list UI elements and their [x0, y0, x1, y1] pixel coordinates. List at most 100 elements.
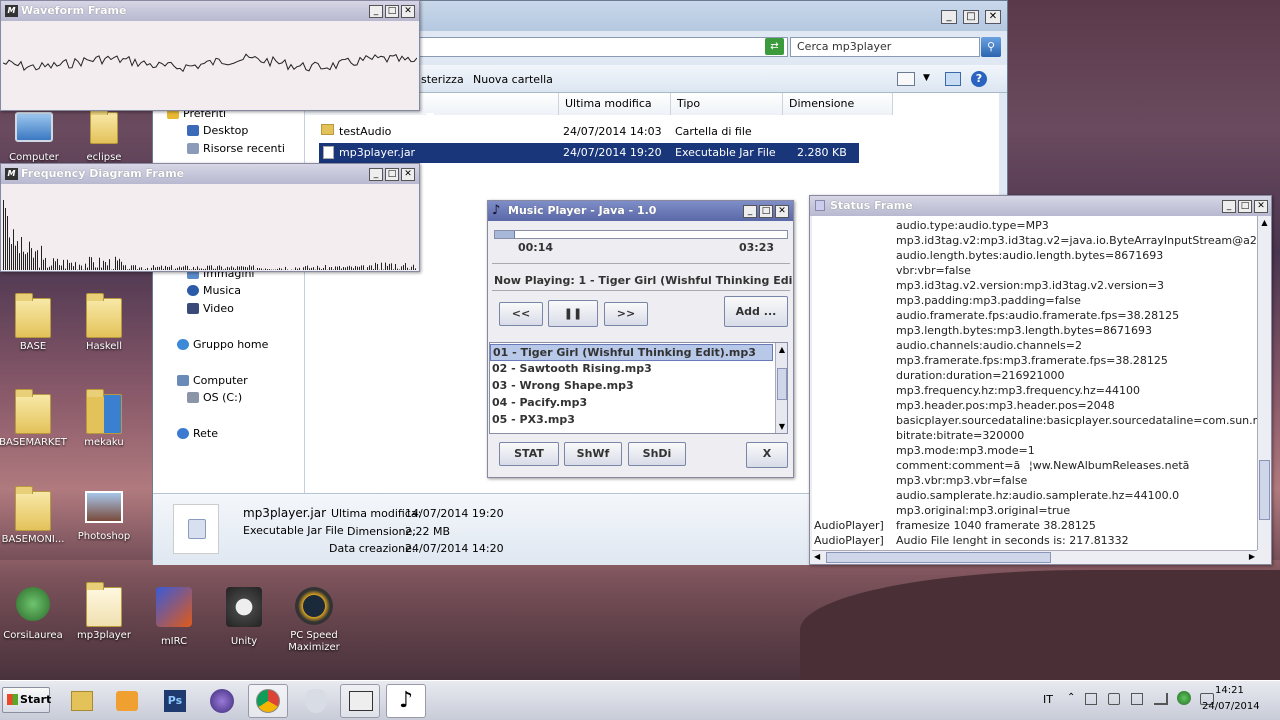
- refresh-icon[interactable]: ⇄: [765, 38, 784, 55]
- taskbar-chrome-button[interactable]: [248, 684, 288, 718]
- desktop-icon-mirc[interactable]: mIRC: [138, 587, 210, 648]
- minimize-button[interactable]: _: [1222, 200, 1236, 213]
- previous-button[interactable]: <<: [499, 302, 543, 326]
- playlist-item[interactable]: 02 - Sawtooth Rising.mp3: [490, 361, 773, 378]
- desktop-icon-photoshop[interactable]: Photoshop: [68, 491, 140, 543]
- close-player-button[interactable]: X: [746, 442, 788, 468]
- nav-item-rete[interactable]: Rete: [177, 427, 218, 440]
- new-folder-button[interactable]: Nuova cartella: [473, 73, 553, 86]
- address-bar[interactable]: ▼: [418, 37, 788, 57]
- scroll-up-icon[interactable]: ▲: [776, 343, 787, 356]
- column-header-modified[interactable]: Ultima modifica: [559, 93, 671, 115]
- status-horizontal-scrollbar[interactable]: ◀ ▶: [812, 550, 1257, 564]
- playlist[interactable]: 01 - Tiger Girl (Wishful Thinking Edit).…: [489, 342, 788, 434]
- taskbar-media-button[interactable]: [107, 684, 147, 718]
- show-waveform-button[interactable]: ShWf: [564, 442, 622, 466]
- taskbar-explorer-button[interactable]: [62, 684, 102, 718]
- minimize-button[interactable]: _: [369, 5, 383, 18]
- scroll-right-icon[interactable]: ▶: [1249, 552, 1255, 561]
- view-options-icon[interactable]: [897, 72, 915, 86]
- desktop-icon-computer[interactable]: Computer: [0, 112, 70, 164]
- close-button[interactable]: ✕: [1254, 200, 1268, 213]
- scroll-thumb[interactable]: [777, 368, 787, 400]
- scroll-down-icon[interactable]: ▼: [776, 420, 787, 433]
- language-indicator[interactable]: IT: [1043, 693, 1053, 706]
- homegroup-icon: [177, 339, 189, 350]
- show-diagram-button[interactable]: ShDi: [628, 442, 686, 466]
- nav-item-musica[interactable]: Musica: [187, 284, 241, 297]
- close-button[interactable]: ✕: [775, 205, 789, 218]
- start-button[interactable]: Start: [2, 687, 51, 713]
- scroll-up-icon[interactable]: ▲: [1258, 216, 1271, 230]
- column-header-size[interactable]: Dimensione: [783, 93, 893, 115]
- playlist-item[interactable]: 04 - Pacify.mp3: [490, 395, 773, 412]
- desktop-icon-basemoni[interactable]: BASEMONI...: [0, 486, 69, 546]
- maximize-button[interactable]: □: [385, 5, 399, 18]
- taskbar-java-button[interactable]: [340, 684, 380, 718]
- nav-item-os[interactable]: OS (C:): [187, 391, 242, 404]
- desktop-icon-eclipse[interactable]: eclipse: [68, 107, 140, 164]
- chevron-down-icon[interactable]: ▼: [923, 73, 930, 83]
- desktop-icon-corsilaurea[interactable]: CorsiLaurea: [0, 587, 69, 642]
- nav-item-video[interactable]: Video: [187, 302, 234, 315]
- maximize-button[interactable]: □: [963, 10, 979, 24]
- scroll-thumb[interactable]: [826, 552, 1051, 563]
- close-button[interactable]: ✕: [985, 10, 1001, 24]
- playlist-item-selected[interactable]: 01 - Tiger Girl (Wishful Thinking Edit).…: [490, 344, 773, 361]
- status-vertical-scrollbar[interactable]: ▲: [1257, 216, 1271, 550]
- maximize-button[interactable]: □: [385, 168, 399, 181]
- desktop-icon-pcspeed[interactable]: PC Speed Maximizer: [278, 587, 350, 654]
- maximize-button[interactable]: □: [759, 205, 773, 218]
- file-row[interactable]: testAudio 24/07/2014 14:03 Cartella di f…: [319, 122, 859, 142]
- preview-pane-icon[interactable]: [945, 72, 961, 86]
- monitor-icon[interactable]: [1131, 693, 1143, 705]
- desktop-icon-mekaku[interactable]: mekaku: [68, 389, 140, 449]
- desktop-icon-unity[interactable]: Unity: [208, 587, 280, 648]
- minimize-button[interactable]: _: [369, 168, 383, 181]
- pause-button[interactable]: ❚❚: [548, 300, 598, 327]
- taskbar-music-player-button[interactable]: ♪: [386, 684, 426, 718]
- taskbar-photoshop-button[interactable]: Ps: [155, 684, 195, 718]
- taskbar-eclipse-button[interactable]: [202, 684, 242, 718]
- nav-item-computer[interactable]: Computer: [177, 374, 248, 387]
- playlist-item[interactable]: 05 - PX3.mp3: [490, 412, 773, 429]
- scroll-thumb[interactable]: [1259, 460, 1270, 520]
- nav-item-homegroup[interactable]: Gruppo home: [177, 338, 268, 351]
- maximize-button[interactable]: □: [1238, 200, 1252, 213]
- desktop-icon-mp3player[interactable]: mp3player: [68, 582, 140, 642]
- column-header-type[interactable]: Tipo: [671, 93, 783, 115]
- help-icon[interactable]: ?: [971, 71, 987, 87]
- search-input[interactable]: Cerca mp3player: [790, 37, 980, 57]
- add-button[interactable]: Add ...: [724, 296, 788, 327]
- frequency-bar: [107, 265, 108, 270]
- nav-item-recent[interactable]: Risorse recenti: [187, 142, 285, 155]
- playlist-scrollbar[interactable]: ▲ ▼: [775, 343, 787, 433]
- status-text-area[interactable]: audio.type:audio.type=MP3 mp3.id3tag.v2:m…: [812, 216, 1257, 550]
- minimize-button[interactable]: _: [941, 10, 957, 24]
- search-icon[interactable]: ⚲: [981, 37, 1001, 57]
- close-button[interactable]: ✕: [401, 168, 415, 181]
- close-button[interactable]: ✕: [401, 5, 415, 18]
- flag-icon[interactable]: [1085, 693, 1097, 705]
- network-icon[interactable]: [1177, 691, 1191, 705]
- playlist-item[interactable]: 03 - Wrong Shape.mp3: [490, 378, 773, 395]
- desktop-icon-haskell[interactable]: Haskell: [68, 293, 140, 353]
- frequency-bar: [367, 267, 368, 270]
- stat-button[interactable]: STAT: [499, 442, 559, 466]
- folder-icon: [86, 389, 122, 434]
- next-button[interactable]: >>: [604, 302, 648, 326]
- desktop-icon-base[interactable]: BASE: [0, 293, 69, 353]
- desktop-icon-basemarket[interactable]: BASEMARKET: [0, 389, 69, 449]
- progress-bar[interactable]: [494, 230, 788, 239]
- scroll-left-icon[interactable]: ◀: [814, 552, 820, 561]
- file-row-selected[interactable]: mp3player.jar 24/07/2014 19:20 Executabl…: [319, 143, 859, 163]
- tray-expand-icon[interactable]: ⌃: [1067, 692, 1075, 703]
- signal-icon[interactable]: [1154, 693, 1168, 705]
- clock-date[interactable]: 24/07/2014: [1202, 701, 1260, 712]
- clock-time[interactable]: 14:21: [1215, 685, 1244, 696]
- minimize-button[interactable]: _: [743, 205, 757, 218]
- taskbar-app-button[interactable]: [296, 684, 336, 718]
- nav-item-desktop[interactable]: Desktop: [187, 124, 248, 137]
- device-icon[interactable]: [1108, 693, 1120, 705]
- toolbar-item[interactable]: sterizza: [421, 73, 464, 86]
